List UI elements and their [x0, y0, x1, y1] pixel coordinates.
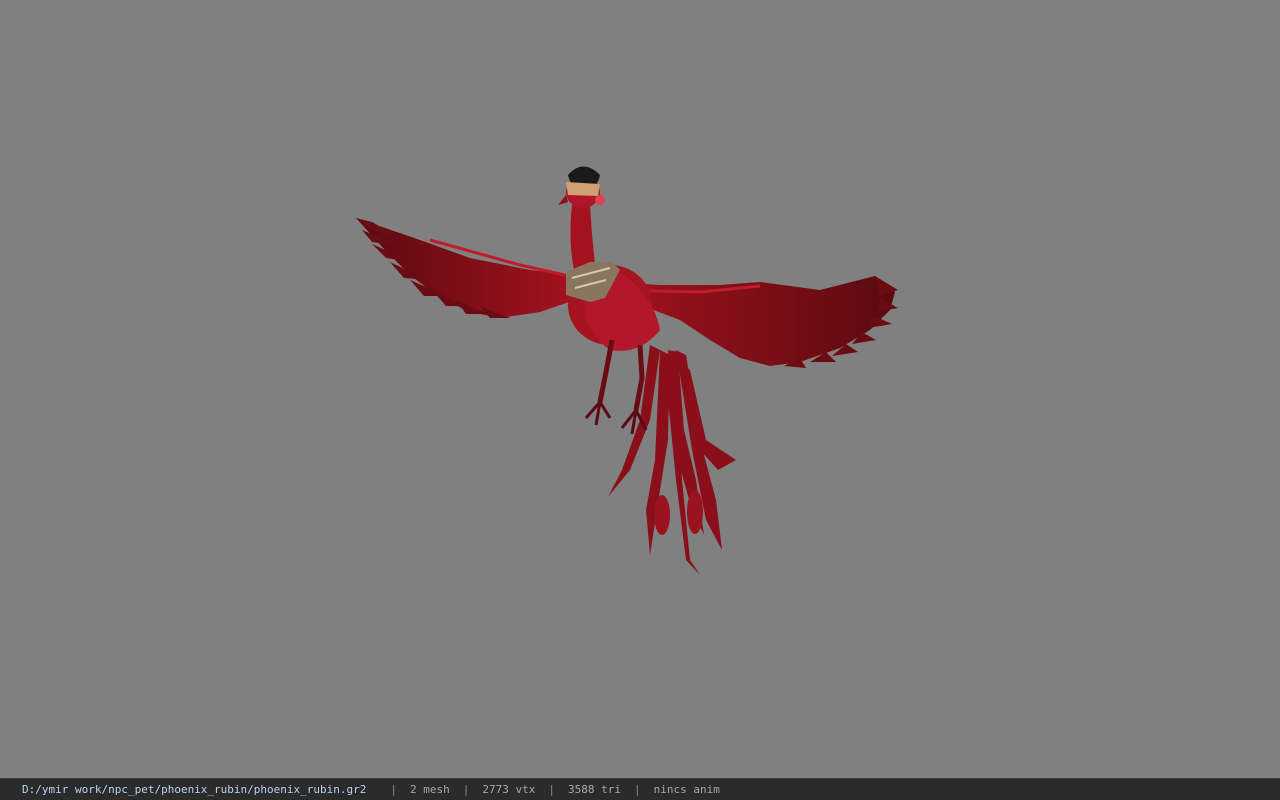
separator: |	[390, 783, 397, 796]
tail-feathers	[608, 345, 736, 575]
separator: |	[633, 783, 641, 796]
phoenix-model[interactable]	[0, 0, 1280, 778]
status-bar: D:/ymir work/npc_pet/phoenix_rubin/phoen…	[0, 778, 1280, 800]
mesh-count: 2 mesh	[410, 783, 450, 796]
separator: |	[462, 783, 470, 796]
vertex-count: 2773 vtx	[482, 783, 536, 796]
triangle-count: 3588 tri	[567, 783, 621, 796]
3d-viewport[interactable]	[0, 0, 1280, 778]
left-wing	[356, 218, 575, 318]
animation-status: nincs anim	[653, 783, 720, 796]
separator: |	[548, 783, 555, 796]
file-path: D:/ymir work/npc_pet/phoenix_rubin/phoen…	[22, 783, 367, 796]
